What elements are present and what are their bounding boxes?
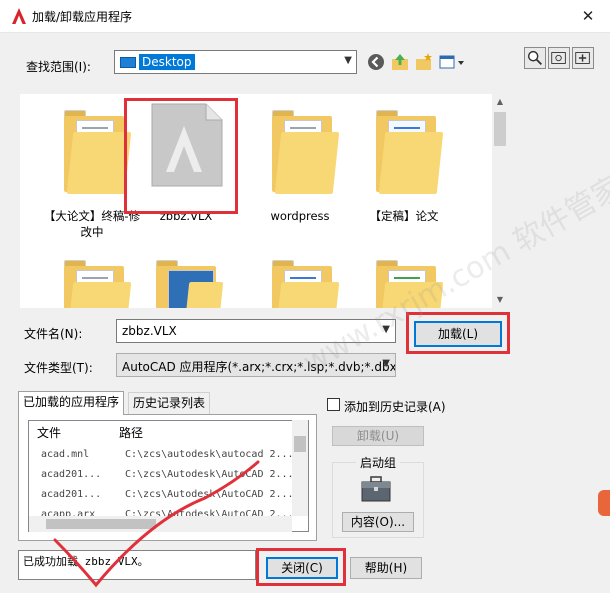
side-logo-icon (598, 490, 610, 516)
scrollbar-thumb[interactable] (494, 112, 506, 146)
new-folder-icon[interactable] (414, 52, 434, 72)
contents-button[interactable]: 内容(O)... (342, 512, 414, 532)
column-header-file[interactable]: 文件 (37, 423, 61, 443)
chevron-down-icon: ▼ (344, 55, 352, 66)
column-header-path[interactable]: 路径 (119, 423, 143, 443)
lookin-label: 查找范围(I): (26, 60, 91, 74)
lookin-combo[interactable]: Desktop ▼ (114, 50, 357, 74)
filename-label: 文件名(N): (24, 327, 83, 341)
tab-history[interactable]: 历史记录列表 (128, 392, 211, 414)
locate-icon[interactable] (548, 47, 570, 69)
back-icon[interactable] (366, 52, 386, 72)
close-window-button[interactable]: ✕ (578, 6, 598, 26)
help-button[interactable]: 帮助(H) (350, 557, 422, 579)
scrollbar-thumb[interactable] (46, 519, 156, 529)
add-history-checkbox[interactable] (327, 398, 340, 411)
desktop-icon (120, 57, 136, 68)
table-cell-file[interactable]: acad201... (41, 469, 101, 480)
list-vertical-scrollbar[interactable] (292, 420, 308, 516)
unload-button[interactable]: 卸载(U) (332, 426, 424, 446)
file-item-label: wordpress (270, 209, 330, 223)
selection-highlight (124, 98, 238, 214)
find-icon[interactable] (524, 47, 546, 69)
autocad-logo-icon (10, 7, 28, 25)
filetype-value: AutoCAD 应用程序(*.arx;*.crx;*.lsp;*.dvb;*.d… (122, 360, 396, 374)
status-message: 已成功加载 zbbz.VLX。 (18, 550, 256, 580)
scroll-up-icon[interactable]: ▲ (492, 94, 508, 110)
filetype-label: 文件类型(T): (24, 361, 93, 375)
briefcase-icon[interactable] (361, 476, 391, 502)
lookin-value: Desktop (139, 54, 195, 70)
tab-loaded-apps[interactable]: 已加载的应用程序 (18, 391, 125, 415)
table-cell-file[interactable]: acad.mnl (41, 449, 89, 460)
startup-group-title: 启动组 (356, 454, 401, 471)
add-history-label[interactable]: 添加到历史记录(A) (344, 398, 446, 415)
filename-value: zbbz.VLX (122, 324, 177, 338)
add-favorite-icon[interactable] (572, 47, 594, 69)
chevron-down-icon: ▼ (382, 358, 390, 369)
close-highlight (256, 548, 346, 586)
table-cell-file[interactable]: acad201... (41, 489, 101, 500)
table-cell-path[interactable]: C:\zcs\Autodesk\AutoCAD 2... (125, 469, 294, 480)
scroll-down-icon[interactable]: ▼ (492, 292, 508, 308)
table-cell-path[interactable]: C:\zcs\Autodesk\AutoCAD 2... (125, 489, 294, 500)
up-folder-icon[interactable] (390, 52, 410, 72)
table-cell-path[interactable]: C:\zcs\autodesk\autocad 2... (125, 449, 294, 460)
window-title: 加载/卸载应用程序 (32, 10, 133, 24)
scrollbar-thumb[interactable] (294, 436, 306, 452)
views-menu-icon[interactable] (438, 52, 466, 72)
file-item-label: 【定稿】论文 (369, 209, 439, 223)
